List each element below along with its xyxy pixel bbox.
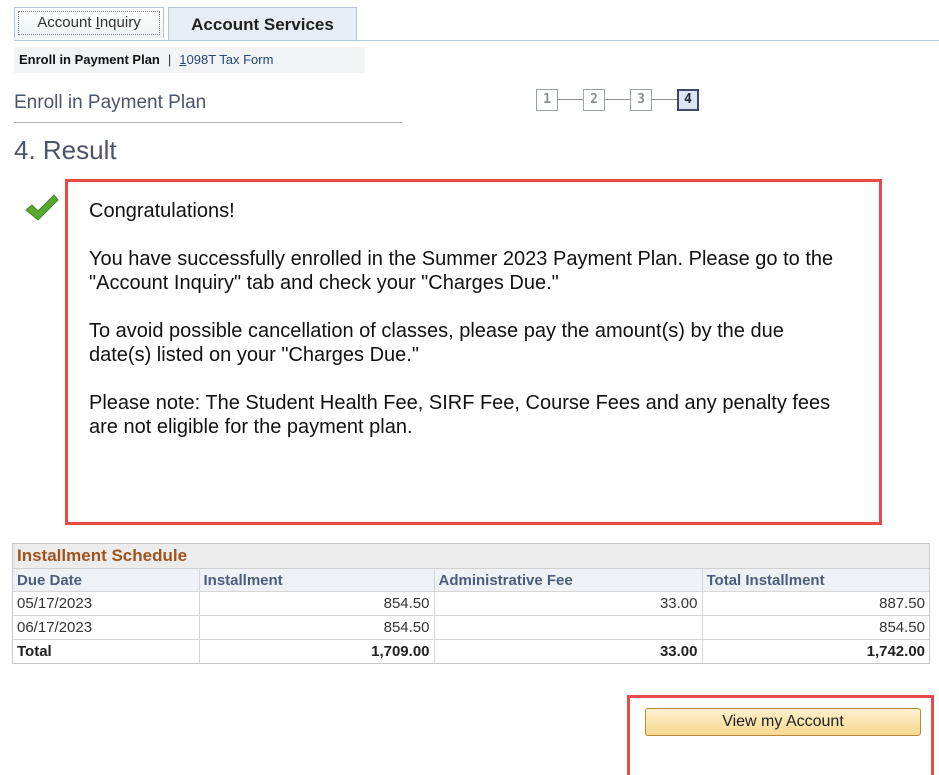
cell-installment: 1,709.00 (199, 639, 435, 663)
cell-admin-fee: 33.00 (434, 639, 703, 663)
cell-total-installment: 887.50 (702, 591, 929, 616)
column-header: Installment (199, 569, 435, 592)
schedule-title: Installment Schedule (13, 544, 929, 569)
schedule-table: Due Date Installment Administrative Fee … (13, 569, 929, 663)
step-2: 2 (583, 89, 605, 111)
subnav-separator: | (167, 52, 172, 67)
tab-label: Account Services (191, 15, 334, 34)
tab-bar: Account Inquiry Account Services (14, 7, 939, 41)
cell-due-date: 05/17/2023 (13, 591, 200, 616)
table-row: 06/17/2023 854.50 854.50 (13, 615, 929, 640)
cell-installment: 854.50 (199, 615, 435, 640)
message-paragraph: You have successfully enrolled in the Su… (89, 248, 834, 294)
step-4-active: 4 (677, 89, 699, 111)
page-title: Enroll in Payment Plan (14, 90, 402, 123)
section-heading: 4. Result (14, 135, 117, 165)
subnav-current: Enroll in Payment Plan (19, 52, 160, 67)
column-header: Due Date (13, 569, 200, 592)
cell-due-date: 06/17/2023 (13, 615, 200, 640)
link-rest: 098T Tax Form (186, 52, 274, 67)
installment-schedule: Installment Schedule Due Date Installmen… (12, 543, 930, 664)
view-my-account-button[interactable]: View my Account (645, 708, 921, 736)
page: Account Inquiry Account Services Enroll … (0, 0, 939, 775)
step-connector (558, 99, 583, 100)
tab-account-services[interactable]: Account Services (168, 7, 357, 40)
cell-admin-fee: 33.00 (434, 591, 703, 616)
table-header-row: Due Date Installment Administrative Fee … (13, 569, 929, 592)
cell-installment: 854.50 (199, 591, 435, 616)
step-connector (605, 99, 630, 100)
column-header: Total Installment (702, 569, 929, 592)
table-row: 05/17/2023 854.50 33.00 887.50 (13, 591, 929, 616)
tab-account-inquiry[interactable]: Account Inquiry (14, 7, 164, 38)
table-row-total: Total 1,709.00 33.00 1,742.00 (13, 639, 929, 663)
cell-admin-fee (434, 615, 703, 640)
step-3: 3 (630, 89, 652, 111)
step-1: 1 (536, 89, 558, 111)
cell-total-installment: 854.50 (702, 615, 929, 640)
message-paragraph: To avoid possible cancellation of classe… (89, 320, 784, 366)
column-header: Administrative Fee (434, 569, 703, 592)
link-accesskey: 1 (179, 52, 187, 67)
message-paragraph: Congratulations! (89, 200, 235, 222)
sub-navigation: Enroll in Payment Plan | 1098T Tax Form (14, 47, 365, 73)
message-paragraph: Please note: The Student Health Fee, SIR… (89, 392, 831, 438)
subnav-link-1098t[interactable]: 1098T Tax Form (179, 52, 273, 67)
checkmark-icon (24, 193, 60, 223)
focus-outline (18, 11, 160, 35)
cell-total-label: Total (13, 639, 200, 663)
result-message: Congratulations! You have successfully e… (89, 199, 849, 463)
cell-total-installment: 1,742.00 (866, 643, 925, 660)
step-connector (652, 99, 677, 100)
